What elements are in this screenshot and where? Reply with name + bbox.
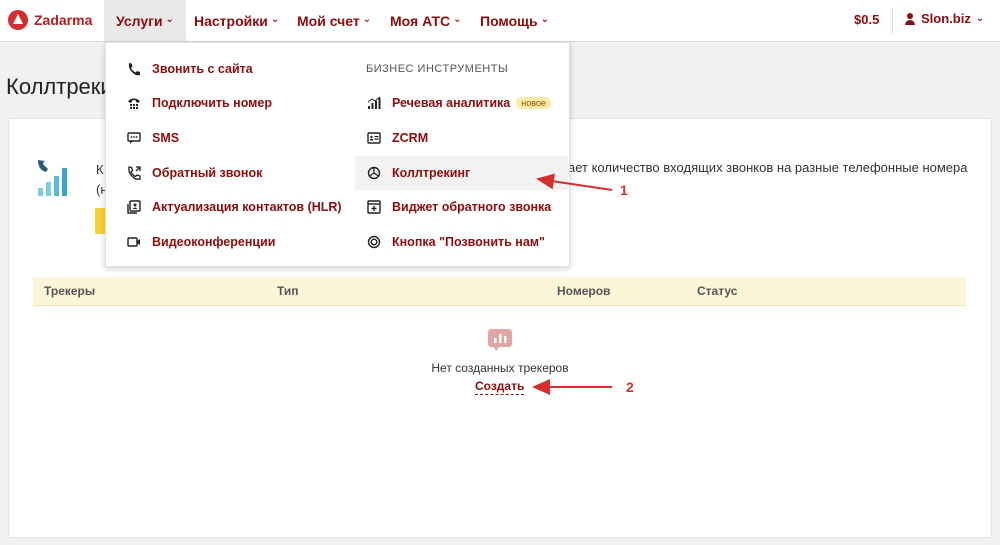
divider — [892, 8, 893, 34]
menu-item-label: SMS — [152, 131, 180, 145]
chevron-down-icon: ⌄ — [270, 14, 280, 25]
services-dropdown-menu: Звонить с сайта Подключить номер SMS Обр… — [105, 42, 570, 267]
nav-services-label: Услуги — [116, 12, 163, 29]
trackers-table-header: Трекеры Тип Номеров Статус — [33, 277, 966, 306]
menu-item-label: ZCRM — [392, 131, 429, 145]
menu-item-sms[interactable]: SMS — [126, 124, 179, 152]
column-numbers: Номеров — [557, 284, 611, 298]
chevron-down-icon: ⌄ — [165, 14, 174, 25]
switchboard-icon — [126, 95, 142, 111]
business-tools-heading: БИЗНЕС ИНСТРУМЕНТЫ — [366, 63, 509, 75]
video-icon — [126, 234, 142, 250]
nav-settings-label: Настройки — [194, 12, 268, 29]
nav-settings[interactable]: Настройки ⌄ — [194, 0, 279, 41]
column-status: Статус — [697, 284, 738, 298]
zadarma-logo-icon — [8, 10, 28, 30]
create-tracker-link[interactable]: Создать — [475, 379, 525, 395]
top-navigation: Zadarma Услуги ⌄ Настройки ⌄ Мой счет ⌄ Моя… — [0, 0, 1000, 42]
menu-item-speech-analytics[interactable]: Речевая аналитика новое — [366, 89, 551, 117]
chevron-down-icon: ⌄ — [975, 13, 985, 24]
menu-item-zcrm[interactable]: ZCRM — [366, 124, 428, 152]
logo[interactable]: Zadarma — [8, 10, 92, 30]
menu-item-video-conference[interactable]: Видеоконференции — [126, 228, 275, 256]
account-name: Slon.biz — [921, 11, 971, 26]
menu-item-calltracking[interactable]: Коллтрекинг — [355, 156, 568, 190]
account-menu[interactable]: Slon.biz ⌄ — [904, 11, 984, 26]
menu-item-callback-widget[interactable]: Виджет обратного звонка — [366, 193, 551, 221]
nav-services[interactable]: Услуги ⌄ — [104, 0, 186, 41]
nav-help[interactable]: Помощь ⌄ — [480, 0, 549, 41]
logo-text: Zadarma — [34, 12, 93, 28]
empty-chart-icon — [488, 329, 512, 351]
column-type: Тип — [277, 284, 299, 298]
pie-icon — [366, 165, 382, 181]
crm-icon — [366, 130, 382, 146]
contacts-icon — [126, 199, 142, 215]
menu-item-label: Подключить номер — [152, 96, 273, 110]
menu-item-label: Речевая аналитика — [392, 96, 511, 110]
chat-icon — [126, 130, 142, 146]
new-badge: новое — [516, 97, 551, 109]
analytics-icon — [366, 95, 382, 111]
button-icon — [366, 234, 382, 250]
call-tracking-illustration-icon — [38, 160, 67, 196]
menu-item-label: Актуализация контактов (HLR) — [152, 200, 342, 214]
nav-my-pbx-label: Моя АТС — [390, 12, 451, 29]
column-trackers: Трекеры — [44, 284, 96, 298]
annotation-label-1: 1 — [620, 182, 628, 198]
menu-item-call-us-button[interactable]: Кнопка "Позвонить нам" — [366, 228, 545, 256]
menu-item-connect-number[interactable]: Подключить номер — [126, 89, 272, 117]
balance[interactable]: $0.5 — [854, 12, 879, 27]
annotation-label-2: 2 — [626, 379, 634, 395]
nav-my-account-label: Мой счет — [297, 12, 360, 29]
menu-item-label: Виджет обратного звонка — [392, 200, 552, 214]
menu-item-label: Коллтрекинг — [392, 166, 471, 180]
callback-icon — [126, 165, 142, 181]
menu-item-label: Кнопка "Позвонить нам" — [392, 235, 545, 249]
menu-item-label: Видеоконференции — [152, 235, 276, 249]
menu-item-call-from-site[interactable]: Звонить с сайта — [126, 55, 253, 83]
description-text-right: ает количество входящих звонков на разны… — [568, 160, 968, 175]
menu-item-label: Звонить с сайта — [152, 62, 253, 76]
chevron-down-icon: ⌄ — [362, 14, 372, 25]
menu-item-label: Обратный звонок — [152, 166, 263, 180]
chevron-down-icon: ⌄ — [453, 14, 462, 25]
nav-my-account[interactable]: Мой счет ⌄ — [297, 0, 371, 41]
phone-icon — [126, 61, 142, 77]
nav-help-label: Помощь — [480, 12, 538, 29]
widget-icon — [366, 199, 382, 215]
nav-my-pbx[interactable]: Моя АТС ⌄ — [390, 0, 462, 41]
user-icon — [904, 12, 916, 25]
empty-state-text: Нет созданных трекеров — [431, 361, 569, 375]
menu-item-hlr[interactable]: Актуализация контактов (HLR) — [126, 193, 342, 221]
chevron-down-icon: ⌄ — [540, 14, 549, 25]
menu-item-callback[interactable]: Обратный звонок — [126, 159, 262, 187]
